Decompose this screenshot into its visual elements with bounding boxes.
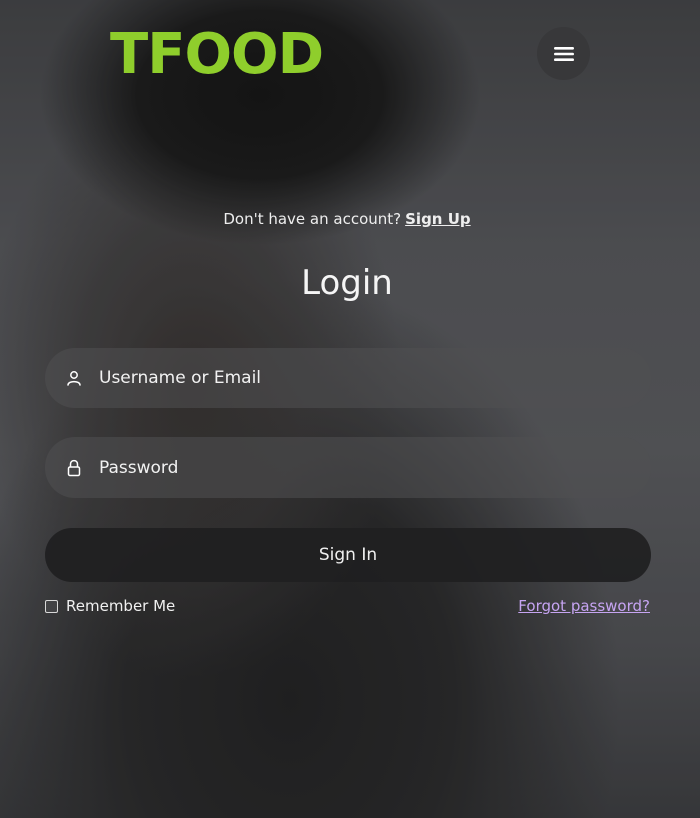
sign-in-button[interactable]: Sign In	[45, 528, 651, 582]
signup-prompt-text: Don't have an account?	[223, 210, 402, 228]
lock-icon	[65, 459, 83, 477]
page-title: Login	[301, 263, 393, 303]
remember-me-label: Remember Me	[66, 597, 176, 615]
remember-me[interactable]: Remember Me	[45, 597, 175, 615]
brand-logo[interactable]: TFOOD	[110, 27, 324, 83]
username-input[interactable]	[99, 348, 651, 408]
password-field[interactable]	[45, 437, 651, 498]
hamburger-menu-icon	[553, 46, 574, 61]
background-overlay	[0, 0, 700, 818]
signup-link[interactable]: Sign Up	[405, 210, 471, 228]
user-icon	[65, 369, 83, 387]
password-input[interactable]	[99, 437, 651, 498]
signup-prompt: Don't have an account? Sign Up	[0, 210, 694, 228]
remember-me-checkbox[interactable]	[45, 599, 58, 613]
menu-button[interactable]	[537, 27, 590, 80]
forgot-password-link[interactable]: Forgot password?	[518, 597, 650, 615]
username-field[interactable]	[45, 348, 651, 408]
